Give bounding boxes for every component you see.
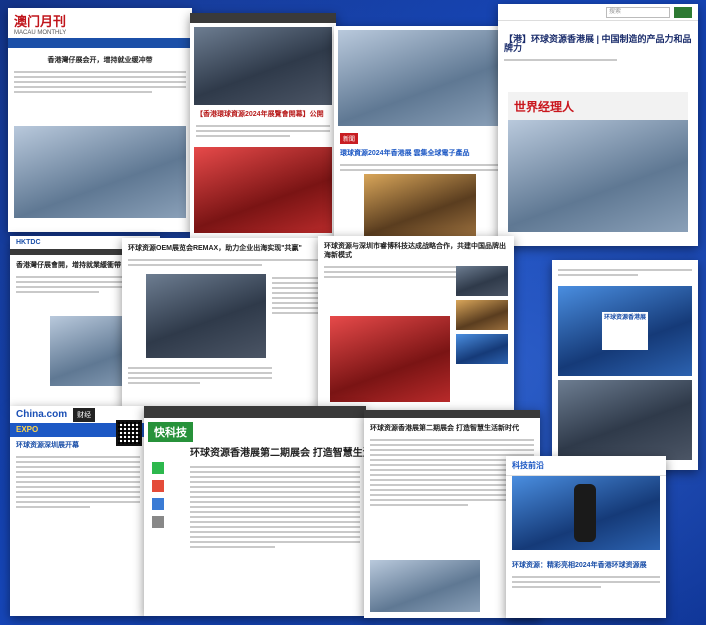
- link-share-icon[interactable]: [152, 516, 164, 528]
- section-title: 科技前沿: [506, 456, 666, 476]
- nav-bar: [8, 38, 192, 48]
- article-headline: 【香港環球資源2024年展覽會開幕】公開: [196, 111, 324, 118]
- exhibition-photo: [370, 560, 480, 612]
- article-headline: 環球資源2024年香港展 雲集全球電子產品: [340, 150, 470, 157]
- news-card-tech-frontier: 科技前沿 环球资源：精彩亮相2024年香港环球资源展: [506, 456, 666, 618]
- stage-photo: [194, 147, 332, 233]
- wechat-share-icon[interactable]: [152, 462, 164, 474]
- hero-area: 世界经理人: [508, 92, 688, 232]
- article-caption: 环球资源：精彩亮相2024年香港环球资源展: [512, 562, 647, 569]
- article-headline: 环球资源香港展第二期展会 打造智慧生活新时代: [190, 448, 366, 459]
- publication-logo-sub: MACAU MONTHLY: [14, 30, 67, 36]
- news-card-macau-monthly: 澳门月刊 MACAU MONTHLY 香港灣仔展会开，增持就业缓冲带: [8, 8, 192, 232]
- article-text: [190, 125, 336, 137]
- booth-photo: 环球资源香港展: [558, 286, 692, 376]
- product-photo: [364, 174, 476, 236]
- share-buttons: [152, 462, 180, 528]
- article-headline: 【港】环球资源香港展 | 中国制造的产品力和品牌力: [504, 34, 692, 53]
- news-card-ceo-magazine: 搜索 【港】环球资源香港展 | 中国制造的产品力和品牌力 世界经理人: [498, 4, 698, 246]
- article-text: [334, 164, 506, 171]
- news-card-kuai-tech: 快科技 环球资源香港展第二期展会 打造智慧生活新时代: [144, 406, 366, 616]
- nav-bar: [144, 406, 366, 418]
- article-headline: 香港灣仔展会开，增持就业缓冲带: [47, 57, 153, 64]
- publication-logo: 快科技: [148, 422, 193, 442]
- weibo-share-icon[interactable]: [152, 480, 164, 492]
- sidebar-list: [272, 274, 320, 394]
- search-input[interactable]: 搜索: [606, 7, 670, 18]
- article-text: [506, 576, 666, 588]
- news-card-oem-remax: 环球资源OEM展览会REMAX，助力企业出海实现"共赢": [122, 238, 326, 412]
- booth-photo: [338, 30, 502, 126]
- publication-logo: 澳门月刊: [14, 15, 67, 30]
- news-card-exhibition-booth: 新聞 環球資源2024年香港展 雲集全球電子產品: [334, 26, 506, 240]
- channel-label: 财经: [73, 407, 96, 422]
- article-photo: [14, 126, 186, 218]
- article-text: [552, 260, 698, 276]
- signing-photo: [146, 274, 266, 358]
- crowd-photo: [558, 380, 692, 460]
- publication-logo: China.com: [16, 409, 68, 420]
- news-card-china-com: China.com 财经 EXPO 环球资源深圳展开幕: [10, 406, 146, 616]
- news-card-strategic-cooperation: 环球资源与深圳市睿博科技达成战略合作，共建中国品牌出海新模式: [318, 236, 514, 414]
- booth-sign: 环球资源香港展: [602, 312, 648, 350]
- news-card-exhibition-right: 环球资源香港展: [552, 260, 698, 470]
- top-bar: 搜索: [498, 4, 698, 21]
- robot-photo: [512, 476, 660, 550]
- category-tag: 新聞: [340, 133, 359, 144]
- article-headline: 环球资源OEM展览会REMAX，助力企业出海实现"共赢": [128, 245, 302, 252]
- group-photo: [194, 27, 332, 105]
- article-text: [122, 259, 326, 266]
- article-text: [10, 456, 146, 508]
- article-text: [8, 71, 192, 93]
- nav-bar: [190, 13, 336, 23]
- sidebar-ads: [456, 266, 508, 406]
- article-meta: [498, 59, 698, 61]
- qr-code: [116, 420, 142, 446]
- qq-share-icon[interactable]: [152, 498, 164, 510]
- logo-row: 快科技: [144, 418, 366, 442]
- article-text-lower: [122, 364, 278, 387]
- tag-row: 新聞: [334, 128, 506, 146]
- crowd-photo: [508, 120, 688, 232]
- article-headline: 环球资源香港展第二期展会 打造智慧生活新时代: [370, 425, 519, 432]
- search-button[interactable]: [674, 7, 692, 18]
- magazine-badge: 世界经理人: [514, 100, 575, 114]
- nav-bar: [364, 410, 540, 418]
- article-headline: 环球资源与深圳市睿博科技达成战略合作，共建中国品牌出海新模式: [324, 243, 506, 259]
- signing-ceremony-photo: [330, 316, 450, 402]
- news-card-exhibition-opening: 【香港環球資源2024年展覽會開幕】公開: [190, 13, 336, 238]
